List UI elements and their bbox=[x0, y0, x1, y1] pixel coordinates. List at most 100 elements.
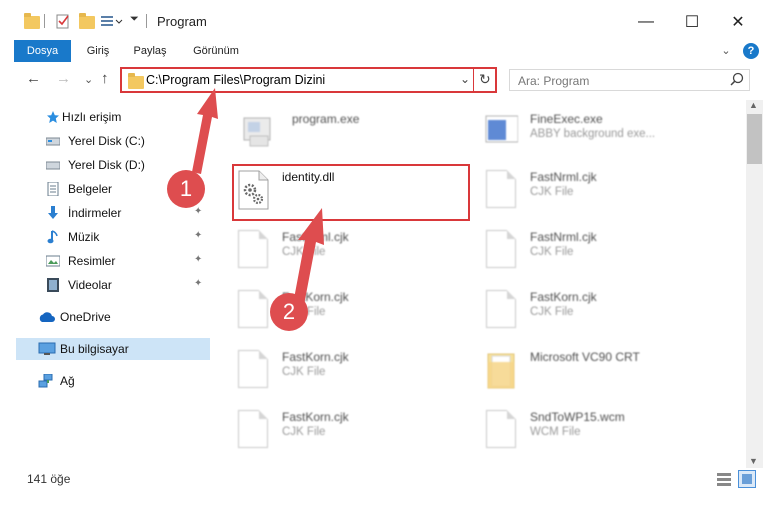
star-icon bbox=[46, 110, 60, 124]
file-item[interactable]: FastNrml.cjk CJK File bbox=[484, 166, 724, 222]
sidebar-item-onedrive[interactable]: OneDrive bbox=[0, 306, 210, 328]
sidebar-item-label: Belgeler bbox=[68, 182, 113, 196]
file-icon bbox=[236, 410, 270, 450]
computer-icon bbox=[38, 342, 56, 356]
sidebar-item-pictures[interactable]: Resimler ✦ bbox=[0, 250, 210, 272]
file-name: FastNrml.cjk bbox=[282, 230, 349, 244]
address-dropdown-icon[interactable]: ⌄ bbox=[460, 72, 470, 86]
file-name: SndToWP15.wcm bbox=[530, 410, 625, 424]
pin-icon: ✦ bbox=[194, 206, 203, 217]
sidebar-item-label: İndirmeler bbox=[68, 206, 122, 220]
music-icon bbox=[46, 230, 60, 244]
properties-icon[interactable] bbox=[55, 12, 71, 30]
exe-icon bbox=[240, 112, 274, 152]
file-item[interactable]: FastNrml.cjk CJK File bbox=[484, 226, 724, 282]
separator bbox=[44, 14, 45, 28]
file-icon bbox=[484, 170, 518, 210]
scroll-down-icon[interactable]: ▼ bbox=[749, 456, 758, 466]
quick-access-dropdown-icon[interactable]: ⏷ bbox=[130, 13, 139, 26]
sidebar-item-label: Bu bilgisayar bbox=[60, 342, 129, 356]
pin-icon: ✦ bbox=[194, 278, 203, 289]
file-type: CJK File bbox=[530, 306, 574, 318]
sidebar-item-label: Ağ bbox=[60, 374, 75, 388]
navigation-pane: Hızlı erişim Yerel Disk (C:) Yerel Disk … bbox=[0, 100, 210, 460]
minimize-button[interactable]: — bbox=[623, 0, 669, 44]
file-item[interactable]: program.exe bbox=[240, 108, 460, 164]
sidebar-item-quick-access[interactable]: Hızlı erişim bbox=[0, 106, 210, 128]
file-item[interactable]: SndToWP15.wcm WCM File bbox=[484, 406, 724, 462]
cloud-icon bbox=[38, 310, 56, 324]
file-item[interactable]: FastKorn.cjk CJK File bbox=[236, 286, 456, 342]
file-name: FastKorn.cjk bbox=[282, 410, 349, 424]
tab-share[interactable]: Paylaş bbox=[126, 40, 174, 62]
magnifier-icon[interactable] bbox=[730, 72, 744, 89]
back-button[interactable]: ← bbox=[26, 70, 41, 87]
file-icon bbox=[236, 230, 270, 270]
highlight-box bbox=[232, 164, 470, 221]
file-type: WCM File bbox=[530, 426, 581, 438]
forward-button[interactable]: → bbox=[56, 70, 71, 87]
file-type: CJK File bbox=[282, 426, 326, 438]
large-icons-view-icon[interactable] bbox=[738, 470, 756, 488]
file-type: CJK File bbox=[530, 186, 574, 198]
file-item[interactable]: FineExec.exe ABBY background exe... bbox=[484, 108, 724, 164]
folder-icon bbox=[24, 12, 40, 30]
download-icon bbox=[46, 206, 60, 220]
sidebar-item-videos[interactable]: Videolar ✦ bbox=[0, 274, 210, 296]
file-item[interactable]: Microsoft VC90 CRT bbox=[484, 346, 724, 402]
refresh-icon[interactable]: ↻ bbox=[479, 71, 491, 88]
sidebar-item-label: Hızlı erişim bbox=[62, 110, 122, 124]
file-name: FastKorn.cjk bbox=[282, 350, 349, 364]
tab-file[interactable]: Dosya bbox=[14, 40, 71, 62]
help-icon[interactable]: ? bbox=[743, 43, 759, 59]
file-icon bbox=[236, 350, 270, 390]
file-name: Microsoft VC90 CRT bbox=[530, 350, 640, 364]
file-item[interactable]: FastKorn.cjk CJK File bbox=[236, 406, 456, 462]
file-name: program.exe bbox=[292, 112, 360, 126]
folder-icon bbox=[484, 350, 518, 390]
sidebar-item-this-pc[interactable]: Bu bilgisayar bbox=[0, 338, 210, 360]
sidebar-item-disk-c[interactable]: Yerel Disk (C:) bbox=[0, 130, 210, 152]
ribbon-collapse-icon[interactable]: ⌄ bbox=[718, 40, 734, 62]
step-1-badge: 1 bbox=[167, 170, 205, 208]
sidebar-item-label: Resimler bbox=[68, 254, 116, 268]
new-folder-icon[interactable] bbox=[79, 12, 95, 30]
sidebar-item-music[interactable]: Müzik ✦ bbox=[0, 226, 210, 248]
pictures-icon bbox=[45, 254, 61, 268]
search-box[interactable] bbox=[509, 69, 750, 91]
tab-home[interactable]: Giriş bbox=[76, 40, 120, 62]
customize-toolbar-icon[interactable] bbox=[100, 12, 123, 30]
pin-icon: ✦ bbox=[194, 254, 203, 265]
details-view-icon[interactable] bbox=[717, 472, 731, 489]
file-type: CJK File bbox=[282, 246, 326, 258]
search-input[interactable] bbox=[516, 73, 720, 89]
file-icon bbox=[484, 230, 518, 270]
scrollbar-thumb[interactable] bbox=[747, 114, 762, 164]
sidebar-item-network[interactable]: Ağ bbox=[0, 370, 210, 392]
step-2-badge: 2 bbox=[270, 293, 308, 331]
sidebar-item-label: Yerel Disk (D:) bbox=[68, 158, 145, 172]
scroll-up-icon[interactable]: ▲ bbox=[749, 100, 758, 110]
file-name: FastKorn.cjk bbox=[530, 290, 597, 304]
file-type: CJK File bbox=[282, 366, 326, 378]
drive-icon bbox=[45, 158, 61, 172]
close-button[interactable]: ✕ bbox=[715, 0, 761, 44]
folder-icon bbox=[128, 73, 144, 89]
recent-locations-button[interactable]: ⌄ bbox=[84, 73, 93, 86]
file-name: FastNrml.cjk bbox=[530, 170, 597, 184]
pin-icon: ✦ bbox=[194, 230, 203, 241]
sidebar-item-label: Videolar bbox=[68, 278, 112, 292]
address-bar[interactable]: C:\Program Files\Program Dizini ⌄ ↻ bbox=[120, 67, 497, 93]
videos-icon bbox=[46, 278, 60, 292]
file-name: FineExec.exe bbox=[530, 112, 603, 126]
item-count: 141 öğe bbox=[27, 472, 71, 486]
file-item[interactable]: FastKorn.cjk CJK File bbox=[484, 286, 724, 342]
file-item[interactable]: FastNrml.cjk CJK File bbox=[236, 226, 456, 282]
separator bbox=[473, 67, 474, 93]
up-button[interactable]: ↑ bbox=[101, 70, 109, 87]
tab-view[interactable]: Görünüm bbox=[184, 40, 248, 62]
file-icon bbox=[236, 290, 270, 330]
file-item[interactable]: FastKorn.cjk CJK File bbox=[236, 346, 456, 402]
maximize-button[interactable]: ☐ bbox=[669, 0, 715, 44]
address-path[interactable]: C:\Program Files\Program Dizini bbox=[146, 73, 325, 87]
